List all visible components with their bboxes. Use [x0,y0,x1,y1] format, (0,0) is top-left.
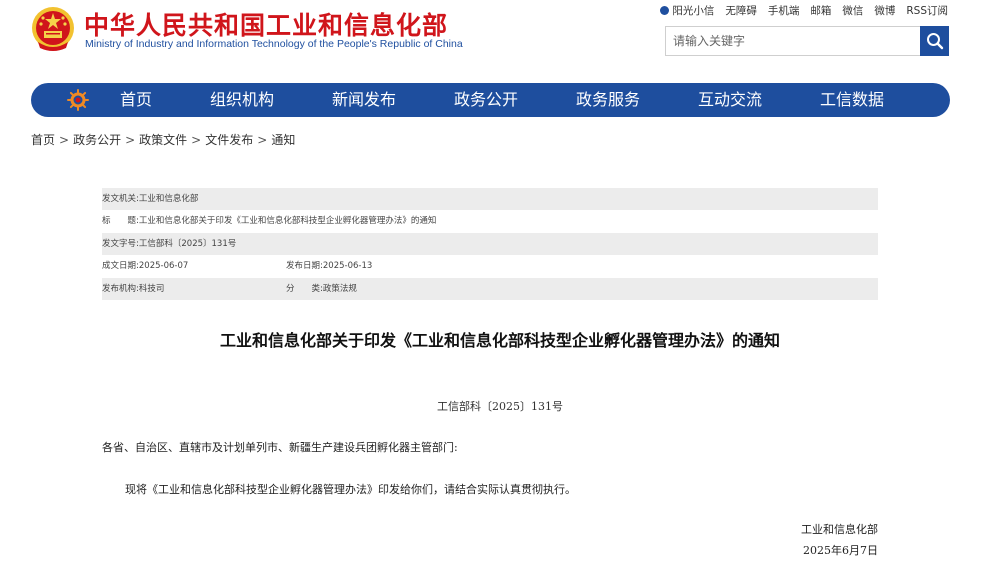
toplink-sunshine[interactable]: 阳光小信 [660,3,714,18]
article-signature-date: 2025年6月7日 [803,544,878,557]
site-header: 中华人民共和国工业和信息化部 Ministry of Industry and … [0,0,1000,80]
meta-issuer-label: 发文机关: [102,194,139,204]
breadcrumb-notice[interactable]: 通知 [271,133,295,147]
meta-row-agency: 发布机构:科技司 分 类:政策法规 [102,277,878,300]
meta-published-label: 发布日期: [286,261,323,272]
search-button[interactable] [920,26,949,56]
article-signature-org: 工业和信息化部 [801,523,878,536]
sun-icon [660,6,670,15]
main-nav: 首页 组织机构 新闻发布 政务公开 政务服务 互动交流 工信数据 [31,83,950,117]
meta-row-issuer: 发文机关:工业和信息化部 [102,188,878,211]
meta-row-title: 标 题:工业和信息化部关于印发《工业和信息化部科技型企业孵化器管理办法》的通知 [102,210,878,232]
meta-row-doc-number: 发文字号:工信部科〔2025〕131号 [102,232,878,256]
meta-category-label: 分 类: [286,283,323,294]
meta-created-value: 2025-06-07 [138,261,189,272]
breadcrumb-home[interactable]: 首页 [31,133,55,147]
meta-title-value: 工业和信息化部关于印发《工业和信息化部科技型企业孵化器管理办法》的通知 [138,216,437,227]
toplink-rss[interactable]: RSS订阅 [906,3,948,18]
nav-home[interactable]: 首页 [120,83,152,117]
breadcrumb-separator: > [125,133,136,147]
meta-published-value: 2025-06-13 [322,261,373,272]
breadcrumb-separator: > [191,133,202,147]
nav-news[interactable]: 新闻发布 [332,83,396,117]
meta-agency-value: 科技司 [138,283,165,294]
article-title: 工业和信息化部关于印发《工业和信息化部科技型企业孵化器管理办法》的通知 [219,331,780,350]
site-title[interactable]: 中华人民共和国工业和信息化部 [84,6,448,42]
document-meta-table: 发文机关:工业和信息化部 标 题:工业和信息化部关于印发《工业和信息化部科技型企… [102,188,878,300]
article-body: 现将《工业和信息化部科技型企业孵化器管理办法》印发给你们，请结合实际认真贯彻执行… [125,483,576,496]
toplink-wechat[interactable]: 微信 [842,3,863,18]
breadcrumb-separator: > [59,133,70,147]
article-doc-number: 工信部科〔2025〕131号 [437,400,563,413]
top-links: 阳光小信 无障碍 手机端 邮箱 微信 微博 RSS订阅 [660,3,948,18]
meta-doc-number-value: 工信部科〔2025〕131号 [138,238,237,249]
nav-organization[interactable]: 组织机构 [210,83,274,117]
toplink-accessibility[interactable]: 无障碍 [725,3,757,18]
breadcrumb-doc-release[interactable]: 文件发布 [205,133,253,147]
breadcrumb-gov-affairs[interactable]: 政务公开 [73,133,121,147]
search-icon [926,33,943,50]
meta-row-dates: 成文日期:2025-06-07 发布日期:2025-06-13 [102,255,878,277]
search-box [665,26,949,56]
meta-created-label: 成文日期: [102,261,139,272]
nav-data[interactable]: 工信数据 [820,83,884,117]
search-input[interactable] [666,27,921,55]
meta-issuer-value: 工业和信息化部 [138,194,199,204]
article-addressee: 各省、自治区、直辖市及计划单列市、新疆生产建设兵团孵化器主管部门: [102,441,458,454]
meta-doc-number-label: 发文字号: [102,238,139,249]
national-emblem-icon [32,7,74,51]
nav-government-affairs[interactable]: 政务公开 [454,83,518,117]
nav-interaction[interactable]: 互动交流 [698,83,762,117]
meta-agency-label: 发布机构: [102,283,139,294]
breadcrumb: 首页 > 政务公开 > 政策文件 > 文件发布 > 通知 [31,131,295,148]
site-subtitle: Ministry of Industry and Information Tec… [85,38,463,50]
breadcrumb-separator: > [257,133,268,147]
toplink-mobile[interactable]: 手机端 [768,3,800,18]
breadcrumb-policy-docs[interactable]: 政策文件 [139,133,187,147]
nav-government-services[interactable]: 政务服务 [576,83,640,117]
meta-title-label: 标 题: [102,216,139,227]
meta-category-value: 政策法规 [322,283,357,294]
toplink-mail[interactable]: 邮箱 [810,3,831,18]
toplink-weibo[interactable]: 微博 [874,3,895,18]
